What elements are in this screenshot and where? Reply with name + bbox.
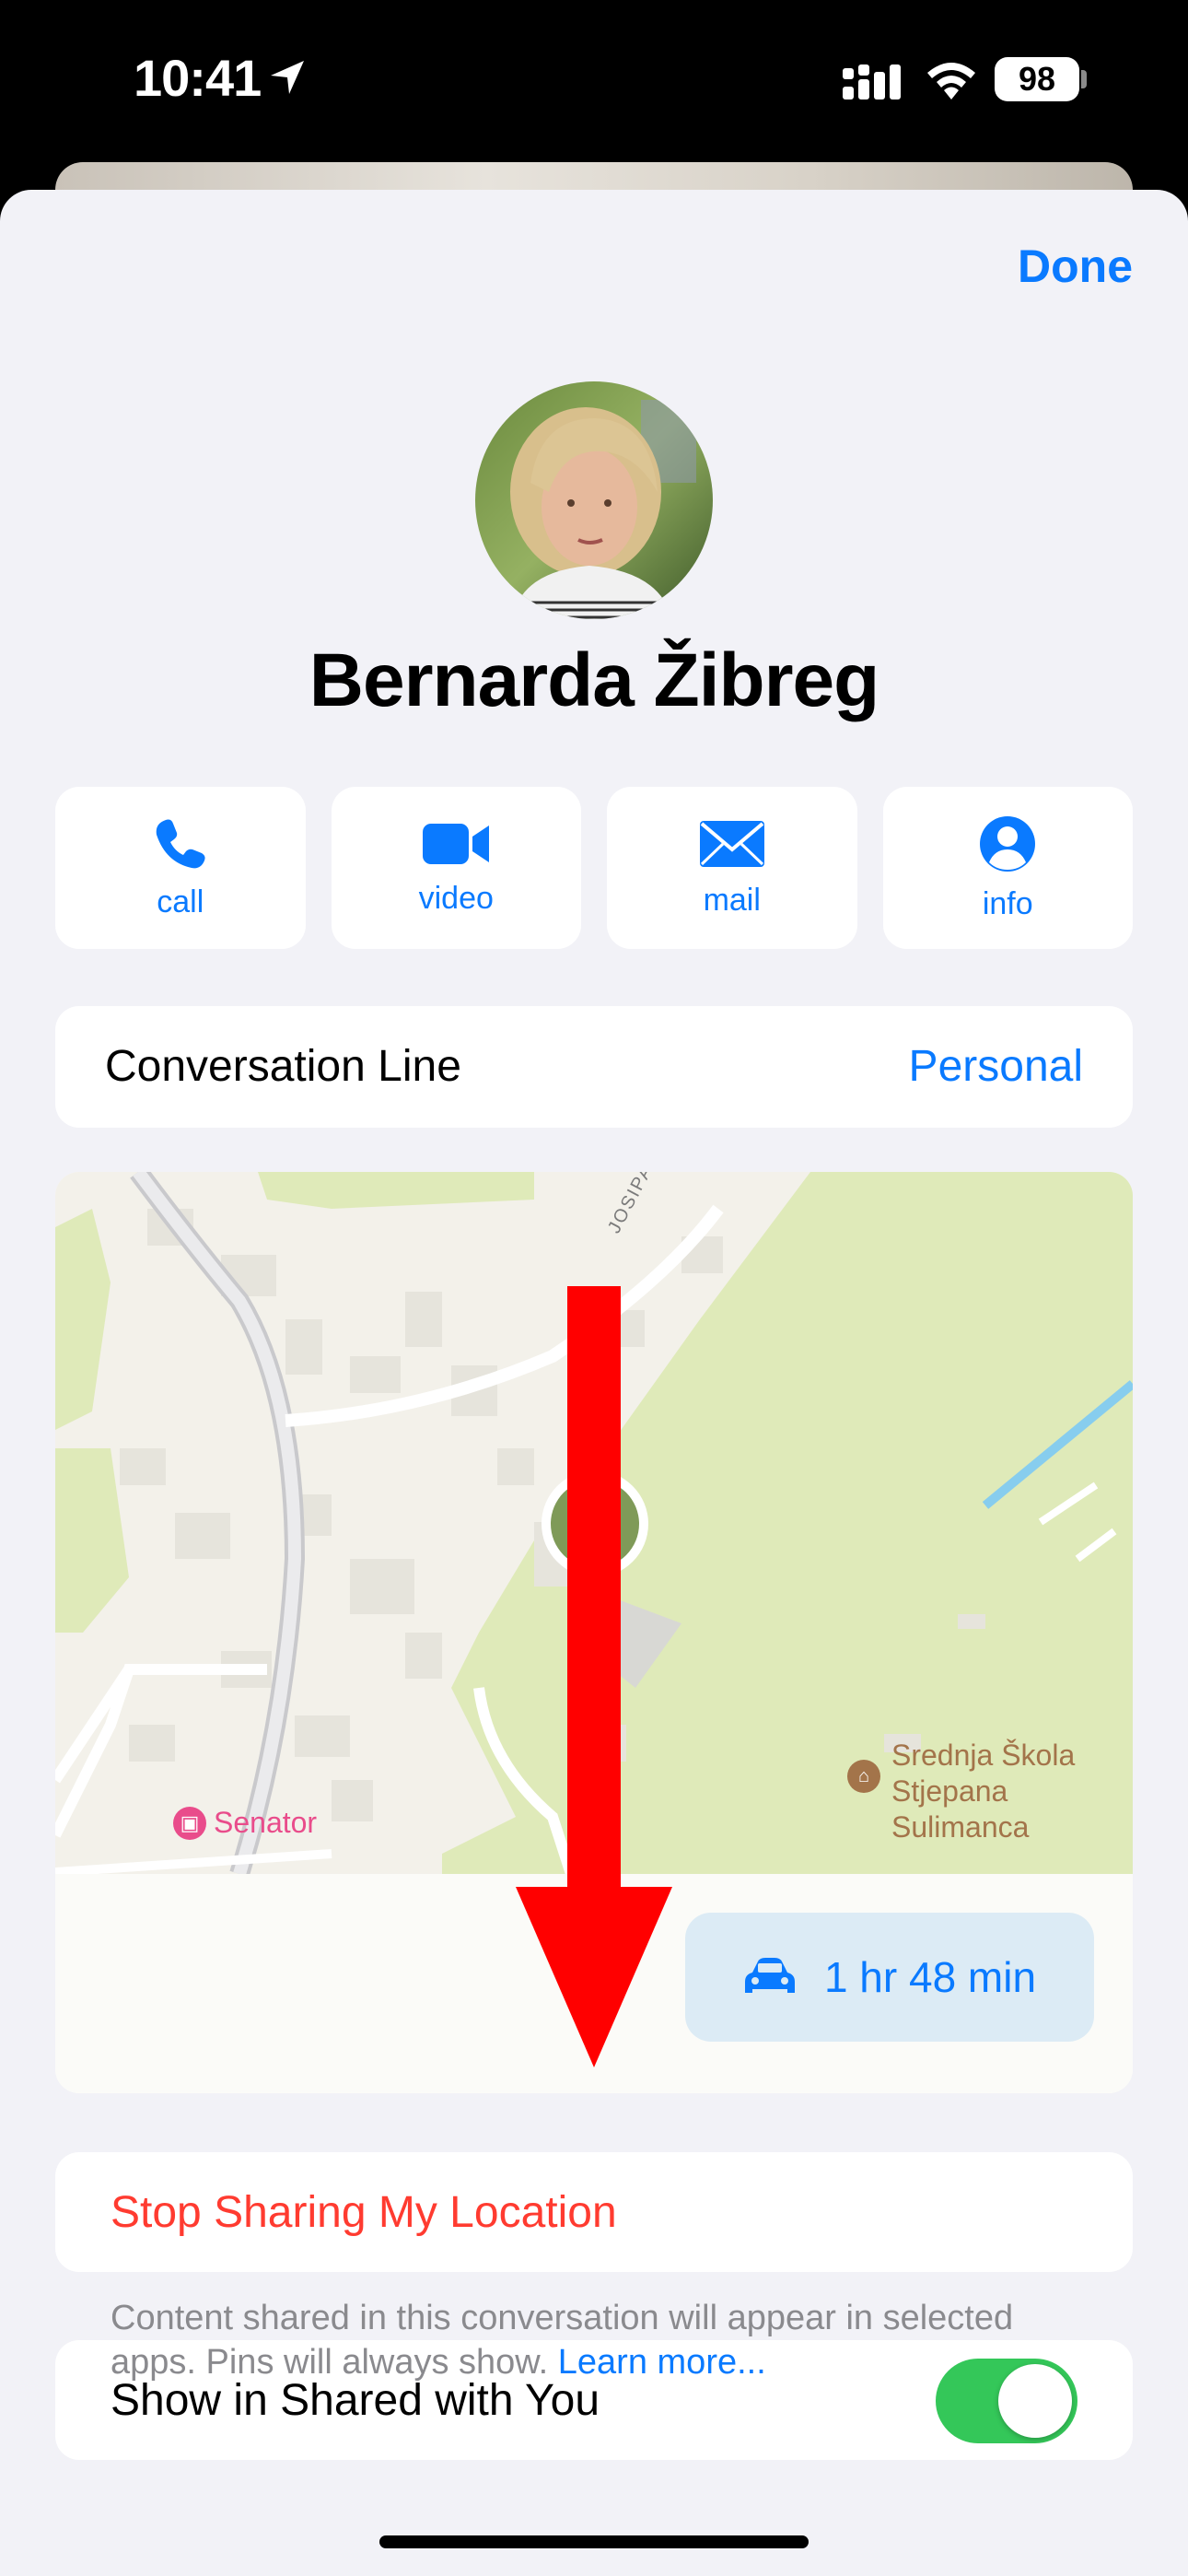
conversation-line-label: Conversation Line [105, 1042, 461, 1091]
call-button[interactable]: call [55, 787, 306, 949]
wifi-icon [927, 63, 975, 100]
home-indicator [379, 2535, 809, 2548]
info-button[interactable]: info [882, 787, 1133, 949]
car-icon [744, 1958, 795, 1993]
envelope-icon [699, 820, 764, 867]
video-button[interactable]: video [331, 787, 581, 949]
battery-indicator: 98 [995, 57, 1079, 101]
eta-label: 1 hr 48 min [823, 1953, 1037, 2001]
school-icon: ⌂ [847, 1760, 880, 1793]
stop-sharing-location-row[interactable]: Stop Sharing My Location [55, 2152, 1133, 2272]
status-bar: 10:41 98 [0, 0, 1188, 166]
stop-sharing-label: Stop Sharing My Location [111, 2188, 617, 2237]
poi-school-line2: Stjepana [891, 1774, 1008, 1808]
conversation-line-row[interactable]: Conversation Line Personal [55, 1006, 1133, 1128]
info-label: info [982, 885, 1033, 921]
poi-school-line3: Sulimanca [891, 1810, 1030, 1844]
red-down-arrow-annotation [516, 1286, 672, 2067]
location-arrow-icon [271, 61, 304, 94]
done-button[interactable]: Done [1018, 240, 1133, 293]
cellular-signal-icon [843, 64, 901, 100]
conversation-line-value: Personal [908, 1042, 1083, 1091]
poi-senator[interactable]: ▣ Senator [173, 1806, 317, 1840]
contact-actions: call video mail info [55, 787, 1133, 949]
poi-senator-label: Senator [214, 1806, 318, 1839]
shared-with-you-footnote: Content shared in this conversation will… [111, 2296, 1087, 2384]
poi-senator-icon: ▣ [173, 1806, 206, 1840]
video-camera-icon [423, 823, 490, 864]
person-circle-icon [980, 815, 1036, 872]
battery-tip [1081, 70, 1087, 88]
status-time: 10:41 [134, 49, 262, 107]
contact-name: Bernarda Žibreg [309, 638, 879, 722]
phone-icon [156, 819, 205, 868]
poi-school-line1: Srednja Škola [891, 1739, 1076, 1772]
mail-button[interactable]: mail [607, 787, 857, 949]
directions-eta-button[interactable]: 1 hr 48 min [685, 1913, 1094, 2042]
mail-label: mail [703, 882, 761, 918]
contact-avatar [475, 381, 713, 619]
poi-school[interactable]: ⌂ Srednja Škola Stjepana Sulimanca [847, 1738, 1075, 1845]
call-label: call [157, 884, 204, 919]
video-label: video [418, 880, 494, 916]
learn-more-link[interactable]: Learn more... [558, 2343, 766, 2382]
